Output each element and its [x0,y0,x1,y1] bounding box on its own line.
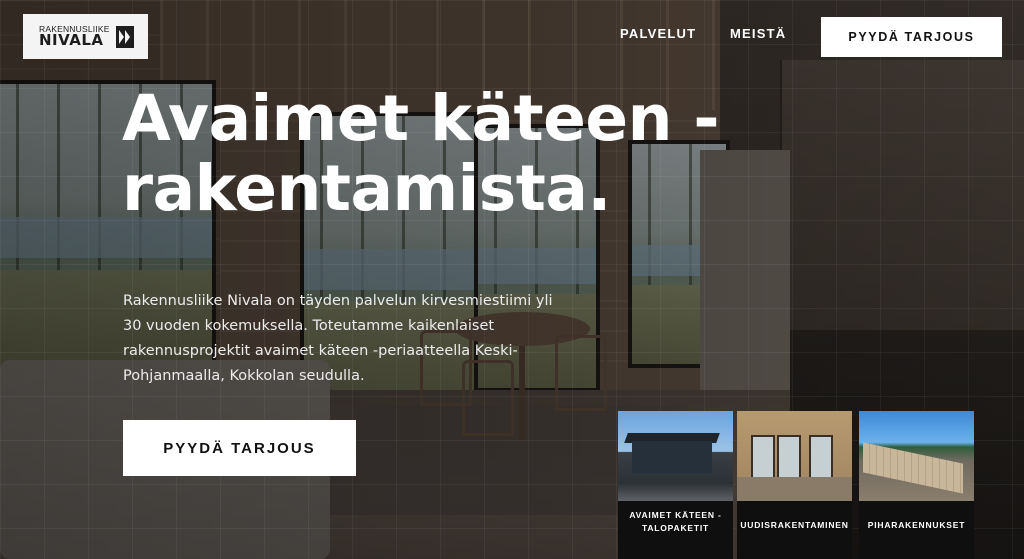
nav-link-palvelut[interactable]: PALVELUT [620,26,696,46]
site-logo[interactable]: RAKENNUSLIIKE NIVALA [23,14,148,59]
interior-photo-icon [737,411,852,501]
service-card-uudisrakentaminen[interactable]: UUDISRAKENTAMINEN [737,411,852,559]
service-card-label: AVAIMET KÄTEEN - TALOPAKETIT [618,509,733,535]
nav-link-meista[interactable]: MEISTÄ [730,26,786,46]
service-card-label: UUDISRAKENTAMINEN [740,520,849,530]
hero-title-line-1: Avaimet käteen - [122,82,720,155]
service-card-label-line-1: AVAIMET KÄTEEN - [629,510,722,520]
construction-site-photo-icon [859,411,974,501]
logo-line-2: NIVALA [39,31,104,50]
service-card-piharakennukset[interactable]: PIHARAKENNUKSET [859,411,974,559]
service-card-talopaketit[interactable]: AVAIMET KÄTEEN - TALOPAKETIT [618,411,733,559]
hero-description: Rakennusliike Nivala on täyden palvelun … [123,293,553,384]
logo-text: RAKENNUSLIIKE NIVALA [39,25,110,49]
hero-title-line-2: rakentamista. [122,152,611,225]
service-card-label-line-2: TALOPAKETIT [641,523,710,533]
service-card-label: PIHARAKENNUKSET [867,520,966,530]
hero-request-quote-button[interactable]: PYYDÄ TARJOUS [123,420,356,476]
header-request-quote-button[interactable]: PYYDÄ TARJOUS [821,17,1002,57]
hero-title: Avaimet käteen - rakentamista. [122,84,762,224]
logo-chevron-icon [115,25,134,48]
house-photo-icon [618,411,733,501]
